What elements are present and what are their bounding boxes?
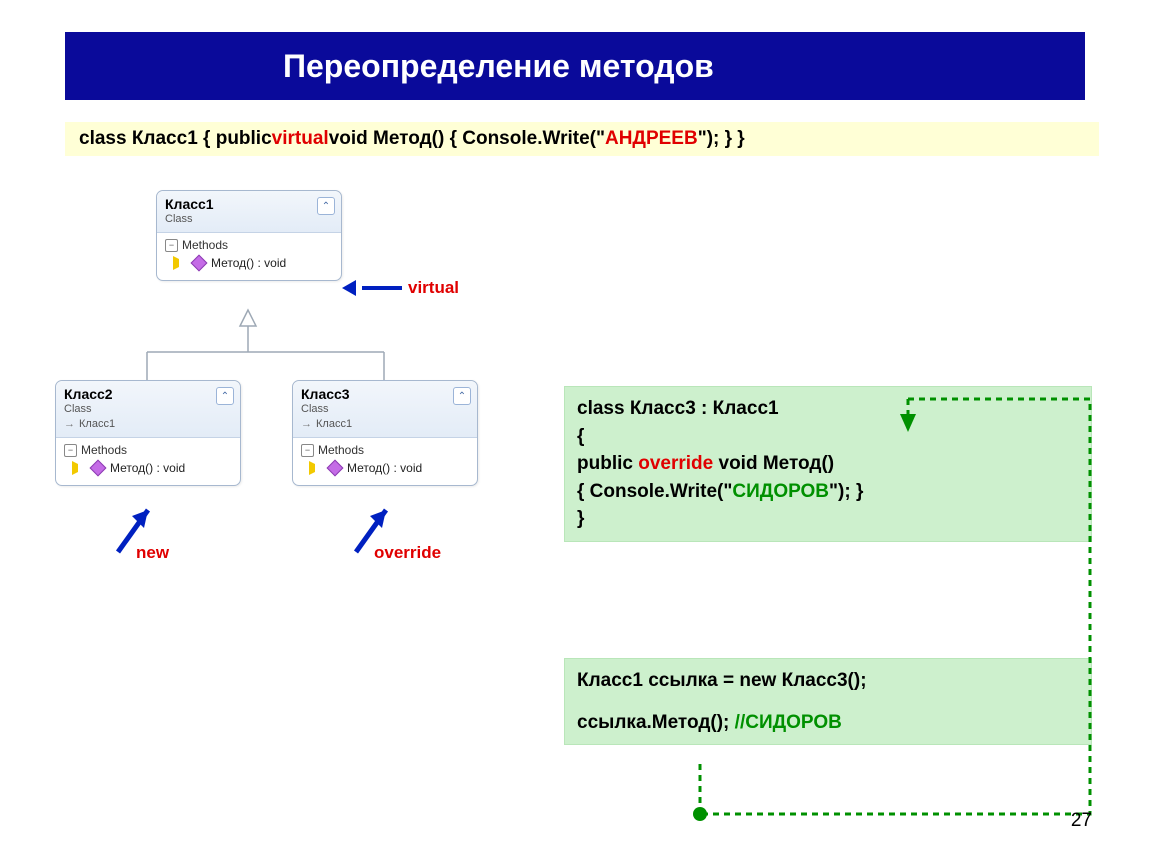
uml-class2-body: − Methods Метод() : void — [56, 438, 240, 485]
uml-class3-name: Класс3 — [301, 386, 469, 402]
uml-class3-section-text: Methods — [318, 443, 364, 457]
uml-class2-method: Метод() : void — [88, 461, 232, 475]
uml-class1-section-text: Methods — [182, 238, 228, 252]
codebox1-line5: } — [577, 505, 1079, 533]
page-number: 27 — [1071, 810, 1092, 832]
method-marker-icon — [173, 256, 187, 270]
codebox-usage: Класс1 ссылка = new Класс3(); ссылка.Мет… — [564, 658, 1092, 745]
code-strip-p2: void Метод() { Console.Write(" — [329, 128, 605, 150]
code-strip-p1: class Класс1 { public — [79, 128, 272, 150]
code-strip-literal: АНДРЕЕВ — [605, 128, 698, 150]
uml-class2: Класс2 Class Класс1 ⌃ − Methods Метод() … — [55, 380, 241, 486]
codebox2-line1: Класс1 ссылка = new Класс3(); — [577, 667, 1079, 695]
minus-icon[interactable]: − — [165, 239, 178, 252]
codebox2-line2: ссылка.Метод(); //СИДОРОВ — [577, 709, 1079, 737]
uml-class1-section-label: − Methods — [165, 238, 333, 252]
codebox1-line2: { — [577, 423, 1079, 451]
method-cube-icon — [327, 460, 344, 477]
codebox1-l3-a: public — [577, 453, 638, 474]
code-strip-virtual: virtual — [272, 128, 329, 150]
uml-class1-header: Класс1 Class ⌃ — [157, 191, 341, 233]
method-cube-icon — [191, 255, 208, 272]
uml-class1: Класс1 Class ⌃ − Methods Метод() : void — [156, 190, 342, 281]
uml-class3-header: Класс3 Class Класс1 ⌃ — [293, 381, 477, 438]
codebox2-l2-slashes: // — [735, 712, 746, 733]
codebox2-l2-a: ссылка.Метод(); — [577, 712, 735, 733]
uml-class3: Класс3 Class Класс1 ⌃ − Methods Метод() … — [292, 380, 478, 486]
annotation-virtual: virtual — [342, 278, 459, 298]
minus-icon[interactable]: − — [301, 444, 314, 457]
method-cube-icon — [90, 460, 107, 477]
uml-class1-method-text: Метод() : void — [211, 256, 286, 270]
codebox1-l3-c: void Метод() — [713, 453, 834, 474]
method-marker-icon — [309, 461, 323, 475]
annotation-override-text: override — [374, 543, 441, 563]
annotation-new-text: new — [136, 543, 169, 563]
codebox1-l4-literal: СИДОРОВ — [732, 481, 829, 502]
codebox2-l2-literal: СИДОРОВ — [745, 712, 842, 733]
collapse-icon[interactable]: ⌃ — [453, 387, 471, 405]
uml-class3-method: Метод() : void — [325, 461, 469, 475]
uml-class2-type: Class — [64, 403, 232, 415]
collapse-icon[interactable]: ⌃ — [317, 197, 335, 215]
uml-class3-method-text: Метод() : void — [347, 461, 422, 475]
uml-class2-method-text: Метод() : void — [110, 461, 185, 475]
uml-class3-body: − Methods Метод() : void — [293, 438, 477, 485]
spacer — [577, 695, 1079, 709]
slide-title: Переопределение методов — [283, 48, 714, 85]
uml-class1-method: Метод() : void — [189, 256, 333, 270]
codebox1-line3: public override void Метод() — [577, 450, 1079, 478]
uml-class1-body: − Methods Метод() : void — [157, 233, 341, 280]
codebox1-l3-override: override — [638, 453, 713, 474]
uml-class2-header: Класс2 Class Класс1 ⌃ — [56, 381, 240, 438]
uml-class3-inherit: Класс1 — [301, 418, 469, 430]
annotation-virtual-text: virtual — [408, 278, 459, 298]
codebox1-l4-c: "); } — [829, 481, 863, 502]
minus-icon[interactable]: − — [64, 444, 77, 457]
codebox1-line4: { Console.Write("СИДОРОВ"); } — [577, 478, 1079, 506]
arrow-left-icon — [342, 280, 356, 296]
uml-class2-section-text: Methods — [81, 443, 127, 457]
uml-class3-type: Class — [301, 403, 469, 415]
title-bar: Переопределение методов — [65, 32, 1085, 100]
arrow-shaft — [362, 286, 402, 290]
collapse-icon[interactable]: ⌃ — [216, 387, 234, 405]
code-strip: class Класс1 { public virtual void Метод… — [65, 122, 1099, 156]
codebox1-l4-a: { Console.Write(" — [577, 481, 732, 502]
codebox-class3: class Класс3 : Класс1 { public override … — [564, 386, 1092, 542]
uml-class2-name: Класс2 — [64, 386, 232, 402]
method-marker-icon — [72, 461, 86, 475]
uml-class1-name: Класс1 — [165, 196, 333, 212]
uml-class2-section-label: − Methods — [64, 443, 232, 457]
slide-page: Переопределение методов class Класс1 { p… — [0, 0, 1150, 864]
uml-class2-inherit: Класс1 — [64, 418, 232, 430]
codebox1-line1: class Класс3 : Класс1 — [577, 395, 1079, 423]
code-strip-p3: "); } } — [698, 128, 745, 150]
uml-class3-section-label: − Methods — [301, 443, 469, 457]
uml-class1-type: Class — [165, 213, 333, 225]
